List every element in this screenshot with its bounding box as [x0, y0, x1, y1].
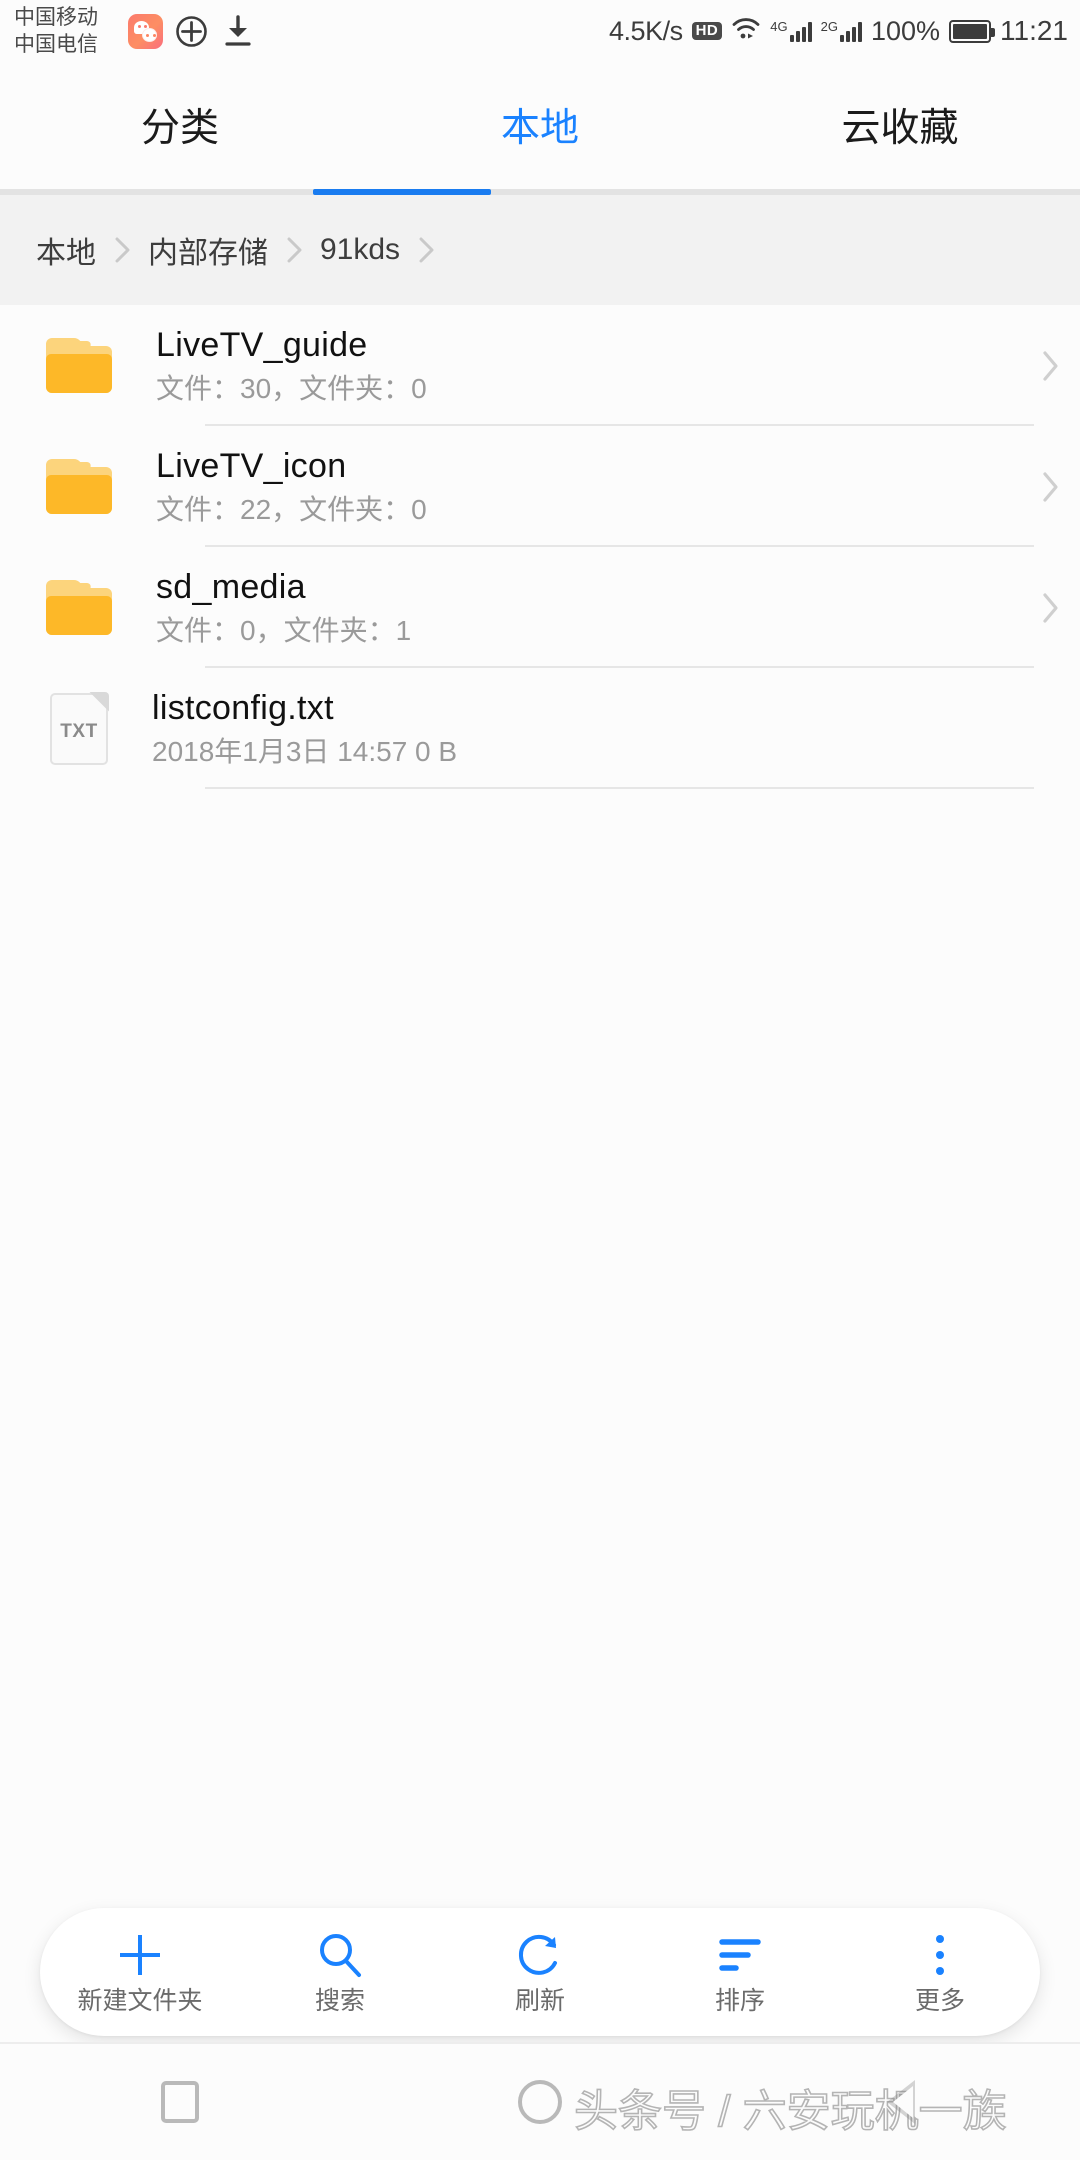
- folder-icon: [46, 580, 112, 635]
- folder-icon: [46, 459, 112, 514]
- sort-icon: [714, 1929, 766, 1981]
- search-label: 搜索: [314, 1987, 365, 2015]
- plus-icon: [114, 1929, 166, 1981]
- download-icon: [222, 14, 254, 48]
- refresh-icon: [514, 1929, 566, 1981]
- signal-2g-label: 2G: [820, 19, 838, 34]
- sort-button[interactable]: 排序: [640, 1908, 840, 2036]
- txt-file-icon-label: TXT: [60, 720, 98, 742]
- file-name: listconfig.txt: [152, 688, 334, 727]
- status-bar: 中国移动 中国电信 4.5K/s HD 4G 2G 100% 11:21: [0, 0, 1080, 62]
- tab-bar: 分类 本地 云收藏: [0, 62, 1080, 195]
- bottom-toolbar: 新建文件夹 搜索 刷新 排序 更多: [40, 1908, 1040, 2036]
- file-name: sd_media: [156, 567, 306, 606]
- list-item[interactable]: sd_media 文件：0，文件夹：1: [0, 547, 1080, 668]
- more-vertical-icon: [914, 1929, 966, 1981]
- chevron-right-icon: [100, 235, 144, 265]
- wifi-icon: [731, 16, 761, 47]
- recents-button[interactable]: [90, 2081, 270, 2123]
- sort-label: 排序: [714, 1987, 765, 2015]
- file-meta: 文件：0，文件夹：1: [156, 614, 412, 646]
- search-icon: [314, 1929, 366, 1981]
- folder-icon: [46, 338, 112, 393]
- more-button[interactable]: 更多: [840, 1908, 1040, 2036]
- tab-cloud-favorites[interactable]: 云收藏: [720, 62, 1080, 195]
- signal-4g-icon: 4G: [770, 19, 812, 42]
- chevron-right-icon[interactable]: [1020, 590, 1080, 626]
- list-item-text: listconfig.txt 2018年1月3日 14:57 0 B: [152, 686, 1020, 772]
- list-item-text: LiveTV_icon 文件：22，文件夹：0: [156, 444, 1020, 530]
- list-item-text: sd_media 文件：0，文件夹：1: [156, 565, 1020, 651]
- file-name: LiveTV_guide: [156, 325, 368, 364]
- txt-file-icon: TXT: [50, 691, 109, 765]
- tab-local[interactable]: 本地: [360, 62, 720, 195]
- file-name: LiveTV_icon: [156, 446, 347, 485]
- file-list: LiveTV_guide 文件：30，文件夹：0 LiveTV_icon 文件：…: [0, 305, 1080, 789]
- list-item[interactable]: LiveTV_guide 文件：30，文件夹：0: [0, 305, 1080, 426]
- refresh-button[interactable]: 刷新: [440, 1908, 640, 2036]
- chevron-right-icon: [404, 235, 448, 265]
- file-meta: 2018年1月3日 14:57 0 B: [152, 735, 458, 767]
- plus-circle-icon: [175, 15, 208, 48]
- chevron-right-icon[interactable]: [1020, 348, 1080, 384]
- refresh-label: 刷新: [514, 1987, 565, 2015]
- network-speed: 4.5K/s: [609, 15, 683, 46]
- new-folder-label: 新建文件夹: [77, 1987, 203, 2015]
- file-meta: 文件：22，文件夹：0: [156, 493, 427, 525]
- wechat-icon: [128, 14, 163, 49]
- new-folder-button[interactable]: 新建文件夹: [40, 1908, 240, 2036]
- search-button[interactable]: 搜索: [240, 1908, 440, 2036]
- signal-2g-icon: 2G: [821, 20, 862, 42]
- back-button[interactable]: [810, 2078, 990, 2126]
- home-circle-icon: [518, 2080, 562, 2124]
- battery-percent: 100%: [870, 15, 940, 46]
- carrier-line-2: 中国电信: [14, 33, 98, 56]
- tab-categories[interactable]: 分类: [0, 62, 360, 195]
- list-item[interactable]: LiveTV_icon 文件：22，文件夹：0: [0, 426, 1080, 547]
- breadcrumb: 本地 内部存储 91kds: [0, 195, 1080, 305]
- chevron-right-icon[interactable]: [1020, 469, 1080, 505]
- list-divider: [205, 787, 1034, 789]
- carrier-line-1: 中国移动: [14, 6, 98, 29]
- carrier-names: 中国移动 中国电信: [14, 4, 98, 58]
- breadcrumb-item-91kds[interactable]: 91kds: [316, 233, 404, 267]
- more-label: 更多: [914, 1987, 965, 2015]
- tab-active-indicator: [313, 189, 491, 195]
- signal-4g-label: 4G: [770, 19, 788, 34]
- system-nav-bar: [0, 2042, 1080, 2160]
- list-item-text: LiveTV_guide 文件：30，文件夹：0: [156, 323, 1020, 409]
- file-meta: 文件：30，文件夹：0: [156, 372, 427, 404]
- battery-icon: [949, 19, 995, 43]
- status-bar-right: 4.5K/s HD 4G 2G 100% 11:21: [609, 0, 1068, 62]
- list-item[interactable]: TXT listconfig.txt 2018年1月3日 14:57 0 B: [0, 668, 1080, 789]
- chevron-right-icon: [272, 235, 316, 265]
- recents-square-icon: [161, 2081, 199, 2123]
- home-button[interactable]: [450, 2080, 630, 2124]
- breadcrumb-item-local[interactable]: 本地: [32, 228, 100, 272]
- clock: 11:21: [1000, 15, 1068, 46]
- tab-bar-shadow: [0, 189, 1080, 195]
- breadcrumb-item-internal-storage[interactable]: 内部存储: [144, 228, 272, 272]
- bottom-toolbar-container: 新建文件夹 搜索 刷新 排序 更多: [0, 1902, 1080, 2042]
- app-screen: 中国移动 中国电信 4.5K/s HD 4G 2G 100% 11:21 分类 …: [0, 0, 1080, 2160]
- hd-badge: HD: [691, 22, 723, 40]
- back-triangle-icon: [885, 2078, 915, 2126]
